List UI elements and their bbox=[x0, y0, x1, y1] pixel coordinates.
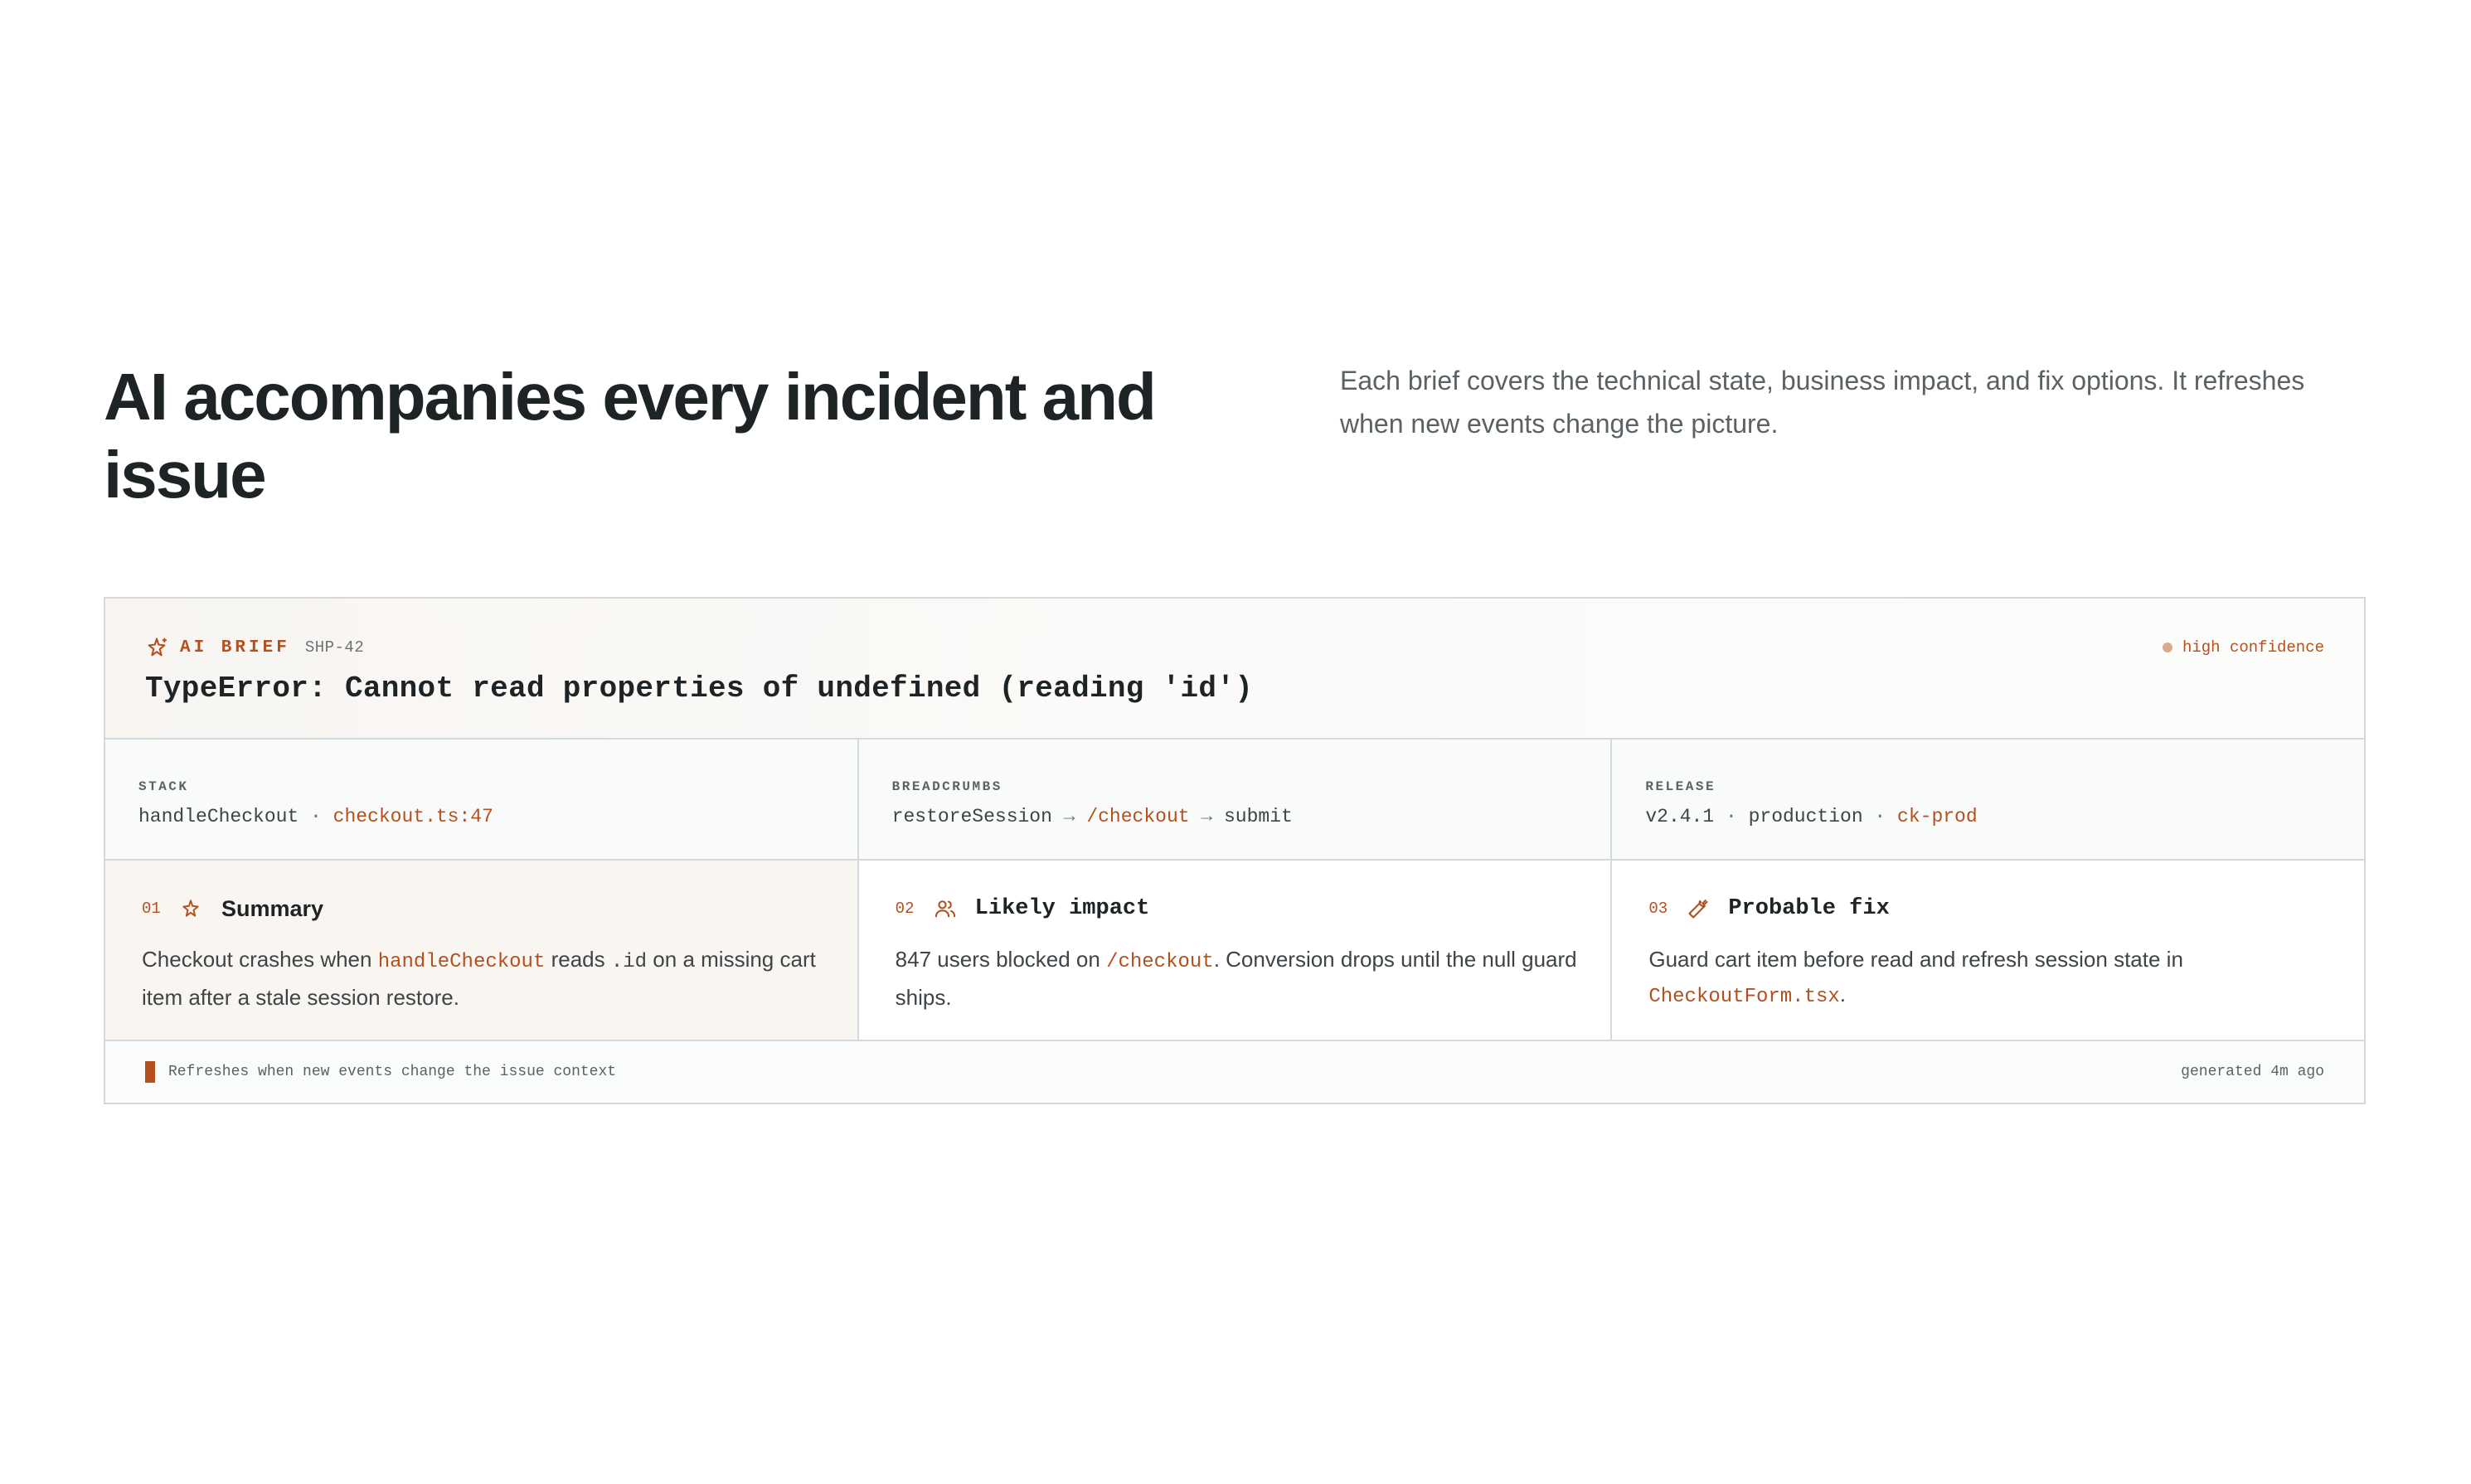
error-title: TypeError: Cannot read properties of und… bbox=[145, 672, 1254, 706]
meta-value-breadcrumbs: restoreSession → /checkout → submit bbox=[892, 806, 1293, 827]
ai-brief-card: AI BRIEF SHP-42 high confidence TypeErro… bbox=[104, 597, 2366, 1104]
brief-label-row: AI BRIEF SHP-42 bbox=[145, 633, 364, 662]
users-icon bbox=[934, 896, 959, 921]
insight-number: 02 bbox=[895, 900, 915, 918]
separator: · bbox=[299, 806, 333, 827]
insight-header: 02 Likely impact bbox=[896, 892, 1150, 925]
release-version: v2.4.1 bbox=[1645, 806, 1715, 827]
insight-body: Checkout crashes when handleCheckout rea… bbox=[142, 942, 855, 1015]
insight-summary[interactable]: 01 Summary Checkout crashes when handleC… bbox=[105, 861, 859, 1040]
meta-release: RELEASE v2.4.1 · production · ck-prod bbox=[1612, 740, 2364, 859]
meta-row: STACK handleCheckout · checkout.ts:47 BR… bbox=[105, 740, 2364, 861]
refresh-note-text: Refreshes when new events change the iss… bbox=[168, 1064, 617, 1080]
brief-label: AI BRIEF bbox=[180, 638, 290, 657]
insight-title: Summary bbox=[221, 895, 324, 921]
body-text: Checkout crashes when bbox=[142, 947, 378, 972]
code-function: handleCheckout bbox=[377, 951, 546, 973]
code-property: .id bbox=[610, 951, 648, 973]
confidence-badge: high confidence bbox=[2162, 635, 2324, 660]
insight-number: 03 bbox=[1648, 900, 1668, 918]
sparkle-icon bbox=[180, 896, 205, 921]
generated-timestamp: generated 4m ago bbox=[2181, 1064, 2324, 1080]
meta-stack: STACK handleCheckout · checkout.ts:47 bbox=[105, 740, 859, 859]
separator: · bbox=[1862, 806, 1898, 827]
breadcrumb-step: submit bbox=[1223, 806, 1293, 827]
insight-fix[interactable]: 03 Probable fix Guard cart item before r… bbox=[1612, 861, 2365, 1040]
breadcrumb-route-link[interactable]: /checkout bbox=[1086, 806, 1189, 827]
hero-description: Each brief covers the technical state, b… bbox=[1340, 366, 2305, 439]
insight-impact[interactable]: 02 Likely impact 847 users blocked on /c… bbox=[858, 861, 1613, 1040]
confidence-dot-icon bbox=[2162, 643, 2172, 652]
meta-label-stack: STACK bbox=[138, 779, 189, 794]
sparkle-icon bbox=[148, 638, 167, 657]
arrow-right-icon: → bbox=[1189, 806, 1224, 827]
wrench-icon bbox=[1687, 896, 1711, 921]
insight-number: 01 bbox=[142, 900, 161, 918]
hero-title: AI accompanies every incident and issue bbox=[104, 360, 1157, 512]
body-text: . bbox=[1839, 982, 1847, 1006]
body-text: 847 users blocked on bbox=[895, 947, 1107, 972]
insight-title: Likely impact bbox=[974, 896, 1150, 921]
code-file-link[interactable]: CheckoutForm.tsx bbox=[1648, 986, 1839, 1008]
meta-breadcrumbs: BREADCRUMBS restoreSession → /checkout →… bbox=[859, 740, 1613, 859]
insight-body: Guard cart item before read and refresh … bbox=[1648, 942, 2362, 1015]
insight-header: 03 Probable fix bbox=[1648, 892, 1889, 925]
insight-title: Probable fix bbox=[1728, 896, 1890, 921]
insight-header: 01 Summary bbox=[142, 892, 323, 925]
code-route: /checkout bbox=[1106, 951, 1214, 973]
meta-value-stack: handleCheckout · checkout.ts:47 bbox=[138, 806, 493, 827]
breadcrumb-step: restoreSession bbox=[891, 806, 1052, 827]
arrow-right-icon: → bbox=[1051, 806, 1087, 827]
meta-value-release: v2.4.1 · production · ck-prod bbox=[1645, 806, 1977, 827]
page: AI accompanies every incident and issue … bbox=[0, 0, 2471, 1484]
status-bar-icon bbox=[145, 1061, 155, 1083]
meta-label-release: RELEASE bbox=[1645, 779, 1716, 794]
confidence-label: high confidence bbox=[2182, 638, 2324, 657]
stack-location-link[interactable]: checkout.ts:47 bbox=[333, 806, 493, 827]
release-environment: production bbox=[1748, 806, 1863, 827]
separator: · bbox=[1714, 806, 1749, 827]
meta-label-breadcrumbs: BREADCRUMBS bbox=[891, 779, 1002, 794]
insight-row: 01 Summary Checkout crashes when handleC… bbox=[105, 861, 2365, 1041]
brief-header: AI BRIEF SHP-42 high confidence TypeErro… bbox=[105, 599, 2364, 740]
insight-body: 847 users blocked on /checkout. Conversi… bbox=[896, 942, 1609, 1015]
release-project-link[interactable]: ck-prod bbox=[1897, 806, 1978, 827]
stack-function: handleCheckout bbox=[138, 806, 299, 827]
body-text: Guard cart item before read and refresh … bbox=[1648, 947, 2183, 972]
issue-id[interactable]: SHP-42 bbox=[305, 638, 364, 657]
brief-footer: Refreshes when new events change the iss… bbox=[105, 1041, 2364, 1103]
refresh-note: Refreshes when new events change the iss… bbox=[145, 1041, 616, 1103]
body-text: reads bbox=[545, 947, 611, 972]
